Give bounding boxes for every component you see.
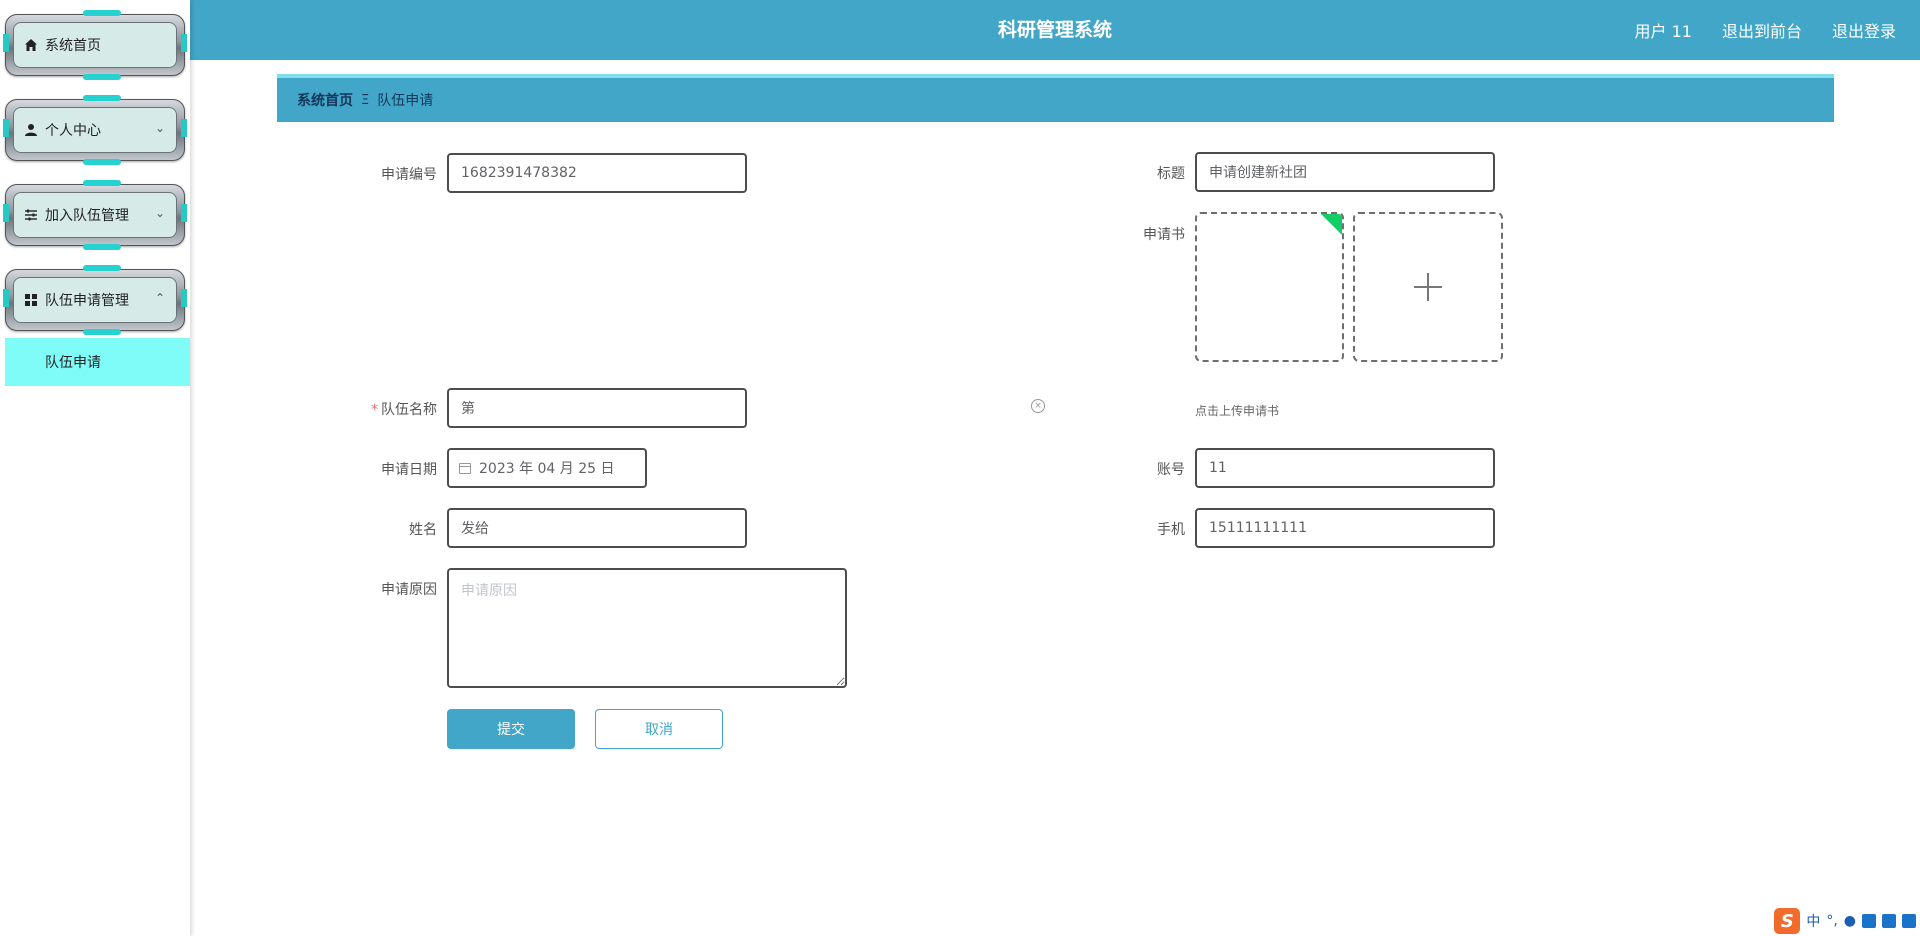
uploaded-file-card[interactable]	[1195, 212, 1344, 362]
close-icon[interactable]: ×	[1031, 399, 1045, 413]
sidebar-item-home[interactable]: 系统首页	[3, 10, 187, 80]
sidebar-item-label: 个人中心	[45, 123, 101, 139]
cancel-button[interactable]: 取消	[595, 709, 723, 749]
submenu-item-team-apply[interactable]: 队伍申请	[5, 338, 190, 386]
breadcrumb-current: 队伍申请	[377, 93, 434, 109]
sidebar-item-team-apply[interactable]: 队伍申请管理 ⌃	[3, 265, 187, 335]
account-input[interactable]	[1209, 460, 1481, 476]
title-field[interactable]	[1195, 152, 1495, 192]
toolbox-icon[interactable]	[1902, 914, 1916, 928]
breadcrumb-home[interactable]: 系统首页	[297, 90, 353, 110]
apply-date-picker[interactable]: 2023 年 04 月 25 日	[447, 448, 647, 488]
sogou-logo-icon[interactable]: S	[1774, 908, 1801, 934]
sidebar: 系统首页 个人中心 ⌄ 加入队伍管理 ⌄ 队伍申请管理 ⌃ 队伍申请	[0, 0, 190, 936]
home-icon	[23, 37, 39, 53]
account-field[interactable]	[1195, 448, 1495, 488]
apply-no-field[interactable]	[447, 153, 747, 193]
phone-field[interactable]	[1195, 508, 1495, 548]
account-label: 账号	[1157, 462, 1185, 478]
team-name-field[interactable]	[447, 388, 747, 428]
apply-date-label: 申请日期	[381, 462, 437, 478]
sidebar-item-personal-center[interactable]: 个人中心 ⌄	[3, 95, 187, 165]
plus-icon	[1414, 273, 1442, 301]
application-doc-label: 申请书	[1143, 227, 1185, 243]
sidebar-item-label: 系统首页	[45, 38, 101, 54]
required-mark: *	[371, 402, 378, 418]
reason-textarea[interactable]	[449, 570, 845, 686]
chevron-up-icon: ⌃	[154, 291, 165, 305]
sidebar-item-label: 队伍申请管理	[45, 293, 129, 309]
chevron-down-icon: ⌄	[154, 121, 165, 135]
team-name-input[interactable]	[461, 400, 733, 416]
apply-no-label: 申请编号	[381, 167, 437, 183]
title-label: 标题	[1157, 166, 1185, 182]
calendar-icon	[459, 462, 471, 474]
grid-icon	[23, 292, 39, 308]
user-name: 用户 11	[1634, 22, 1692, 41]
apply-no-input[interactable]	[461, 165, 733, 181]
submenu-item-label: 队伍申请	[45, 355, 101, 371]
skin-icon[interactable]	[1882, 914, 1896, 928]
sliders-icon	[23, 207, 39, 223]
apply-date-value: 2023 年 04 月 25 日	[479, 461, 615, 477]
sidebar-item-join-team[interactable]: 加入队伍管理 ⌄	[3, 180, 187, 250]
reason-field[interactable]	[447, 568, 847, 688]
upload-button[interactable]	[1353, 212, 1503, 362]
chevron-down-icon: ⌄	[154, 206, 165, 220]
name-input[interactable]	[461, 520, 733, 536]
success-badge	[1313, 214, 1342, 235]
top-header: 科研管理系统 用户 11 退出到前台 退出登录	[190, 0, 1920, 60]
microphone-icon[interactable]: ●	[1844, 913, 1856, 929]
ime-language[interactable]: 中	[1806, 911, 1820, 931]
logout-link[interactable]: 退出登录	[1832, 18, 1896, 42]
name-field[interactable]	[447, 508, 747, 548]
sidebar-item-label: 加入队伍管理	[45, 208, 129, 224]
user-icon	[23, 122, 39, 138]
title-input[interactable]	[1209, 164, 1481, 180]
ime-punctuation[interactable]: °,	[1826, 913, 1837, 929]
submit-button[interactable]: 提交	[447, 709, 575, 749]
keyboard-icon[interactable]	[1862, 914, 1876, 928]
team-name-label: * 队伍名称	[371, 402, 437, 418]
ime-toolbar: S 中 °, ●	[1770, 906, 1920, 936]
name-label: 姓名	[409, 522, 437, 538]
breadcrumb: 系统首页 Ξ 队伍申请	[277, 74, 1834, 122]
upload-hint: 点击上传申请书	[1195, 404, 1280, 418]
phone-input[interactable]	[1209, 520, 1481, 536]
breadcrumb-separator: Ξ	[361, 92, 370, 108]
phone-label: 手机	[1157, 522, 1185, 538]
reason-label: 申请原因	[381, 582, 437, 598]
back-to-front-link[interactable]: 退出到前台	[1722, 18, 1802, 42]
